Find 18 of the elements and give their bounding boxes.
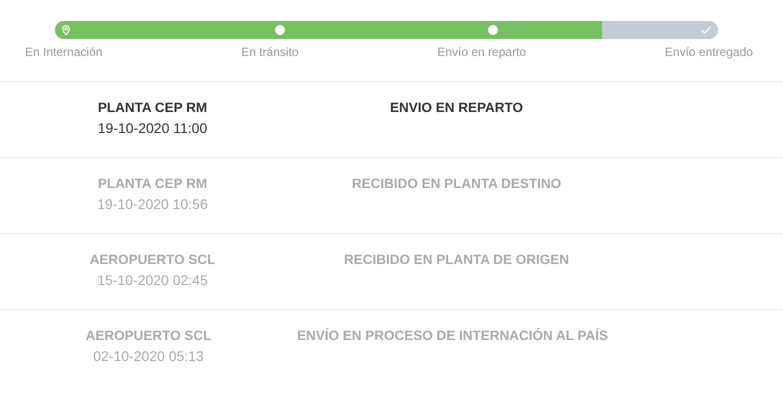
- location-pin-icon: [62, 24, 70, 36]
- location-name: AEROPUERTO SCL: [90, 252, 216, 267]
- event-status: RECIBIDO EN PLANTA DE ORIGEN: [344, 252, 569, 269]
- location-name: PLANTA CEP RM: [98, 176, 208, 191]
- checkmark-icon: [700, 26, 712, 34]
- event-date: 19-10-2020 11:00: [98, 120, 208, 136]
- step-label: Envío entregado: [664, 45, 753, 59]
- event-date: 15-10-2020 02:45: [97, 272, 208, 288]
- location-name: PLANTA CEP RM: [98, 100, 208, 115]
- event-date: 02-10-2020 05:13: [93, 348, 204, 364]
- event-date: 19-10-2020 10:56: [97, 196, 208, 212]
- location-name: AEROPUERTO SCL: [86, 328, 212, 343]
- step-label: En Internación: [25, 45, 102, 59]
- event-status: ENVIO EN REPARTO: [390, 100, 524, 117]
- event-status: RECIBIDO EN PLANTA DESTINO: [352, 176, 562, 193]
- event-status: ENVÍO EN PROCESO DE INTERNACIÓN AL PAÍS: [296, 328, 608, 345]
- step-label: En tránsito: [241, 45, 299, 59]
- step-label: Envío en reparto: [437, 45, 526, 59]
